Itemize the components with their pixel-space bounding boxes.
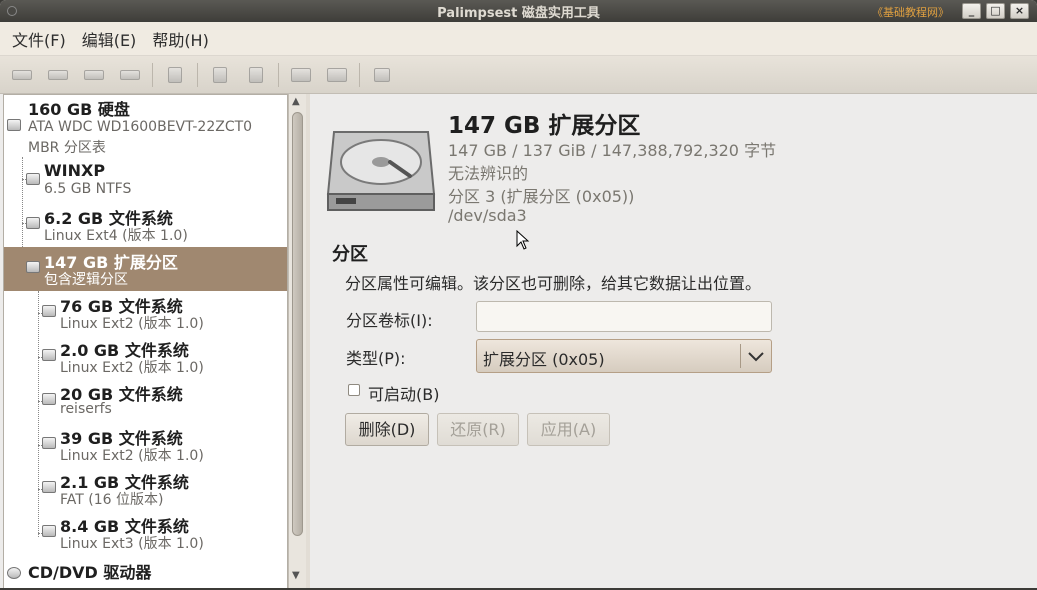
tree-item-subtitle: Linux Ext2 (版本 1.0) xyxy=(60,448,204,464)
tree-item-subtitle: 包含逻辑分区 xyxy=(44,272,128,288)
toolbar-separator xyxy=(278,62,279,87)
partition-icon xyxy=(42,437,56,449)
partition-label-label: 分区卷标(I): xyxy=(346,311,433,330)
tree-item-subtitle: reiserfs xyxy=(60,401,112,417)
watermark-text: 《基础教程网》 xyxy=(872,6,949,19)
scroll-up-icon[interactable]: ▲ xyxy=(292,96,300,107)
scrollbar-thumb[interactable] xyxy=(292,112,303,536)
delete-button[interactable]: 删除(D) xyxy=(345,413,429,446)
toolbar-separator xyxy=(359,62,360,87)
minimize-button[interactable]: _ xyxy=(962,3,981,19)
detail-status: 无法辨识的 xyxy=(448,164,529,183)
menu-edit[interactable]: 编辑(E) xyxy=(76,23,143,55)
tree-item-title: WINXP xyxy=(44,161,106,180)
tree-item-partition[interactable]: 39 GB 文件系统 Linux Ext2 (版本 1.0) xyxy=(4,423,287,467)
partition-icon xyxy=(42,393,56,405)
device-tree[interactable]: 160 GB 硬盘 ATA WDC WD1600BEVT-22ZCT0 MBR … xyxy=(3,94,288,590)
tree-item-partition[interactable]: 20 GB 文件系统 reiserfs xyxy=(4,379,287,423)
hard-disk-icon xyxy=(326,131,436,211)
tree-item-title: CD/DVD 驱动器 xyxy=(28,563,152,582)
format-icon[interactable] xyxy=(287,61,315,89)
tree-item-partition[interactable]: WINXP 6.5 GB NTFS xyxy=(4,159,287,203)
mount-icon[interactable] xyxy=(8,61,36,89)
optical-drive-icon xyxy=(7,567,21,579)
partition-type-select[interactable]: 扩展分区 (0x05) xyxy=(476,339,772,373)
tree-item-subtitle: 6.5 GB NTFS xyxy=(44,181,132,197)
tree-item-partition[interactable]: 6.2 GB 文件系统 Linux Ext4 (版本 1.0) xyxy=(4,203,287,247)
menu-file[interactable]: 文件(F) xyxy=(6,23,72,55)
maximize-button[interactable]: □ xyxy=(986,3,1005,19)
partition-icon xyxy=(42,481,56,493)
app-window: Palimpsest 磁盘实用工具 《基础教程网》 _ □ × 文件(F) 编辑… xyxy=(0,0,1037,590)
smart-icon[interactable] xyxy=(242,61,270,89)
tree-item-subtitle: Linux Ext2 (版本 1.0) xyxy=(60,360,204,376)
toolbar xyxy=(0,56,1037,94)
tree-scrollbar[interactable]: ▲ ▼ xyxy=(288,94,306,590)
section-title: 分区 xyxy=(332,244,368,265)
partition-type-value: 扩展分区 (0x05) xyxy=(483,350,605,369)
scroll-down-icon[interactable]: ▼ xyxy=(292,570,300,581)
partition-icon xyxy=(26,173,40,185)
select-separator xyxy=(740,344,741,368)
partition-icon xyxy=(26,261,40,273)
detail-pane: 147 GB 扩展分区 147 GB / 137 GiB / 147,388,7… xyxy=(310,94,1037,590)
detail-title: 147 GB 扩展分区 xyxy=(448,113,641,139)
benchmark-icon[interactable] xyxy=(206,61,234,89)
check-icon[interactable] xyxy=(161,61,189,89)
tree-item-partition[interactable]: 2.0 GB 文件系统 Linux Ext2 (版本 1.0) xyxy=(4,335,287,379)
title-bar: Palimpsest 磁盘实用工具 《基础教程网》 _ □ × xyxy=(0,0,1037,22)
edit-icon[interactable] xyxy=(368,61,396,89)
create-partition-icon[interactable] xyxy=(323,61,351,89)
tree-item-partition-table: MBR 分区表 xyxy=(28,140,106,156)
revert-button[interactable]: 还原(R) xyxy=(437,413,519,446)
section-description: 分区属性可编辑。该分区也可删除，给其它数据让出位置。 xyxy=(345,274,762,293)
detail-size: 147 GB / 137 GiB / 147,388,792,320 字节 xyxy=(448,141,777,160)
mouse-cursor-icon xyxy=(516,230,530,250)
partition-icon xyxy=(42,525,56,537)
tree-item-hdd[interactable]: 160 GB 硬盘 ATA WDC WD1600BEVT-22ZCT0 MBR … xyxy=(4,95,287,157)
bootable-label[interactable]: 可启动(B) xyxy=(368,381,439,405)
detach-icon[interactable] xyxy=(80,61,108,89)
chevron-down-icon xyxy=(748,352,764,362)
tree-item-partition[interactable]: 2.1 GB 文件系统 FAT (16 位版本) xyxy=(4,467,287,511)
tree-item-subtitle: Linux Ext2 (版本 1.0) xyxy=(60,316,204,332)
menu-help[interactable]: 帮助(H) xyxy=(146,23,215,55)
bootable-checkbox[interactable] xyxy=(348,384,360,396)
tree-item-partition[interactable]: 8.4 GB 文件系统 Linux Ext3 (版本 1.0) xyxy=(4,511,287,555)
close-button[interactable]: × xyxy=(1010,3,1029,19)
partition-label-input[interactable] xyxy=(476,301,772,332)
partition-icon xyxy=(26,217,40,229)
partition-type-label: 类型(P): xyxy=(346,349,406,368)
window-menu-icon[interactable] xyxy=(7,6,17,16)
partition-icon xyxy=(42,349,56,361)
menu-bar: 文件(F) 编辑(E) 帮助(H) xyxy=(0,22,1037,56)
hard-disk-icon xyxy=(7,119,21,131)
toolbar-separator xyxy=(152,62,153,87)
eject-icon[interactable] xyxy=(44,61,72,89)
partition-icon xyxy=(42,305,56,317)
tree-item-model: ATA WDC WD1600BEVT-22ZCT0 xyxy=(28,119,253,135)
window-title: Palimpsest 磁盘实用工具 xyxy=(437,5,600,21)
apply-button[interactable]: 应用(A) xyxy=(527,413,610,446)
tree-item-subtitle: Linux Ext3 (版本 1.0) xyxy=(60,536,204,552)
tree-item-partition-selected[interactable]: 147 GB 扩展分区 包含逻辑分区 xyxy=(4,247,287,291)
detail-device: /dev/sda3 xyxy=(448,206,527,225)
unmount-icon[interactable] xyxy=(116,61,144,89)
toolbar-separator xyxy=(197,62,198,87)
tree-item-subtitle: FAT (16 位版本) xyxy=(60,492,164,508)
tree-item-optical-drive[interactable]: CD/DVD 驱动器 xyxy=(4,557,287,589)
tree-item-subtitle: Linux Ext4 (版本 1.0) xyxy=(44,228,188,244)
tree-item-partition[interactable]: 76 GB 文件系统 Linux Ext2 (版本 1.0) xyxy=(4,291,287,335)
detail-partition: 分区 3 (扩展分区 (0x05)) xyxy=(448,187,635,206)
tree-item-title: 160 GB 硬盘 xyxy=(28,100,130,119)
